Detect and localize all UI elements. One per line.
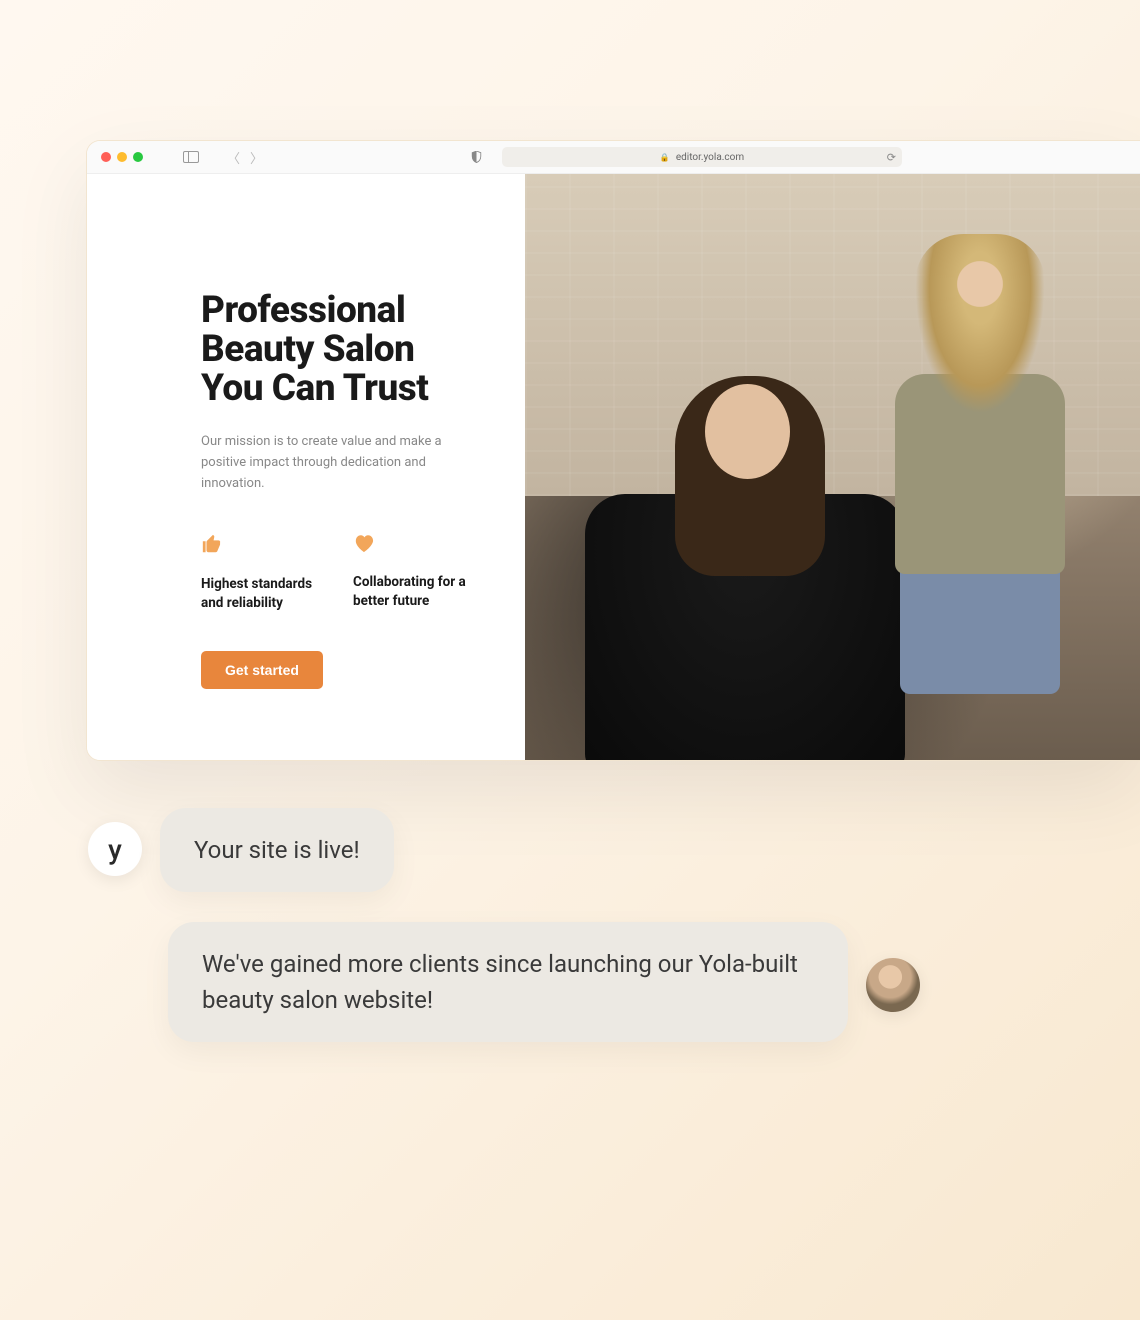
reload-icon[interactable]: ⟳ — [887, 151, 896, 164]
sidebar-toggle-icon[interactable] — [183, 151, 199, 163]
hero-image — [525, 174, 1140, 760]
system-message-bubble: Your site is live! — [160, 808, 394, 892]
feature-item: Collaborating for a better future — [353, 533, 483, 613]
system-avatar: y — [88, 822, 142, 876]
chat-row-system: y Your site is live! — [88, 808, 1048, 892]
avatar-letter: y — [108, 833, 122, 866]
feature-list: Highest standards and reliability Collab… — [201, 533, 525, 613]
chat-area: y Your site is live! We've gained more c… — [88, 808, 1048, 1072]
back-button[interactable]: 〈 — [227, 148, 240, 167]
window-controls — [101, 152, 143, 162]
hero-section: Professional Beauty Salon You Can Trust … — [87, 174, 525, 760]
nav-arrows: 〈 〉 — [227, 148, 263, 167]
hero-subtitle: Our mission is to create value and make … — [201, 431, 461, 495]
get-started-button[interactable]: Get started — [201, 651, 323, 689]
heart-icon — [353, 533, 483, 559]
lock-icon: 🔒 — [660, 153, 670, 162]
user-avatar — [866, 958, 920, 1012]
chat-row-user: We've gained more clients since launchin… — [88, 922, 1048, 1042]
forward-button[interactable]: 〉 — [250, 148, 263, 167]
thumbs-up-icon — [201, 533, 331, 561]
maximize-icon[interactable] — [133, 152, 143, 162]
hero-title: Professional Beauty Salon You Can Trust — [201, 292, 525, 409]
feature-item: Highest standards and reliability — [201, 533, 331, 613]
feature-text: Highest standards and reliability — [201, 575, 331, 613]
browser-toolbar: 〈 〉 🔒 editor.yola.com ⟳ — [87, 141, 1140, 174]
feature-text: Collaborating for a better future — [353, 573, 483, 611]
close-icon[interactable] — [101, 152, 111, 162]
minimize-icon[interactable] — [117, 152, 127, 162]
user-message-bubble: We've gained more clients since launchin… — [168, 922, 848, 1042]
site-preview: Professional Beauty Salon You Can Trust … — [87, 174, 1140, 760]
url-text: editor.yola.com — [676, 152, 744, 163]
address-bar[interactable]: 🔒 editor.yola.com ⟳ — [502, 147, 902, 167]
browser-window: 〈 〉 🔒 editor.yola.com ⟳ Professional Bea… — [86, 140, 1140, 761]
privacy-shield-icon[interactable] — [471, 151, 482, 163]
